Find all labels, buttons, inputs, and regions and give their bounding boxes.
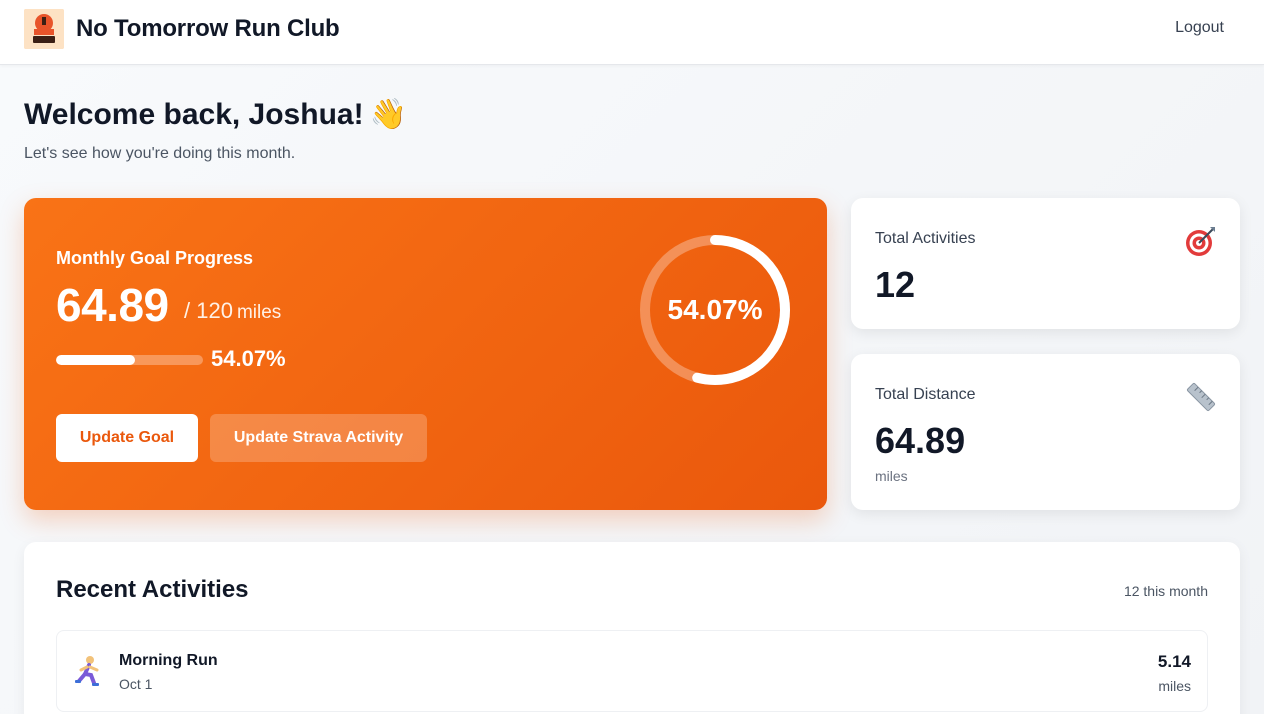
goal-current-miles: 64.89 — [56, 279, 169, 331]
goal-label: Monthly Goal Progress — [56, 248, 254, 268]
recent-activities-title: Recent Activities — [56, 576, 249, 603]
goal-progress-bar — [56, 355, 203, 365]
activity-distance-unit: miles — [1158, 678, 1191, 694]
welcome-text: Welcome back, Joshua! — [24, 98, 364, 131]
brand-title[interactable]: No Tomorrow Run Club — [76, 15, 340, 43]
total-activities-card: Total Activities 12 — [851, 198, 1240, 329]
goal-target-value: / 120 — [184, 298, 233, 323]
update-strava-activity-button[interactable]: Update Strava Activity — [210, 414, 427, 462]
goal-target: / 120 miles — [184, 298, 281, 324]
run-club-logo[interactable] — [24, 9, 64, 49]
goal-progress-fill — [56, 355, 136, 365]
welcome-subtitle: Let's see how you're doing this month. — [24, 145, 296, 162]
ruler-icon — [1186, 382, 1216, 412]
recent-activities-count: 12 this month — [1123, 583, 1208, 599]
runner-icon — [75, 656, 99, 686]
activity-distance: 5.14 — [1157, 652, 1191, 671]
target-icon — [1186, 227, 1215, 256]
top-navigation-bar: No Tomorrow Run Club Logout — [0, 0, 1264, 65]
ring-percent-label: 54.07% — [667, 294, 763, 325]
goal-progress-percent: 54.07% — [211, 346, 286, 371]
update-goal-button[interactable]: Update Goal — [56, 414, 198, 462]
total-activities-value: 12 — [875, 264, 916, 305]
total-activities-label: Total Activities — [875, 230, 976, 247]
goal-unit: miles — [236, 302, 282, 323]
total-distance-value: 64.89 — [875, 420, 966, 461]
welcome-heading: Welcome back, Joshua! 👋 — [24, 97, 407, 132]
logout-link[interactable]: Logout — [1175, 19, 1224, 37]
monthly-goal-card: Monthly Goal Progress 64.89 / 120 miles 5… — [24, 198, 827, 510]
activity-name: Morning Run — [119, 652, 218, 669]
waving-hand-icon: 👋 — [369, 98, 407, 131]
list-item[interactable]: Morning Run Oct 1 5.14 miles — [56, 630, 1208, 712]
activity-date: Oct 1 — [119, 676, 153, 692]
total-distance-unit: miles — [875, 468, 908, 484]
recent-activities-card: Recent Activities 12 this month Morning … — [24, 542, 1240, 714]
total-distance-card: Total Distance 64.89 miles — [851, 354, 1240, 510]
total-distance-label: Total Distance — [875, 386, 976, 403]
